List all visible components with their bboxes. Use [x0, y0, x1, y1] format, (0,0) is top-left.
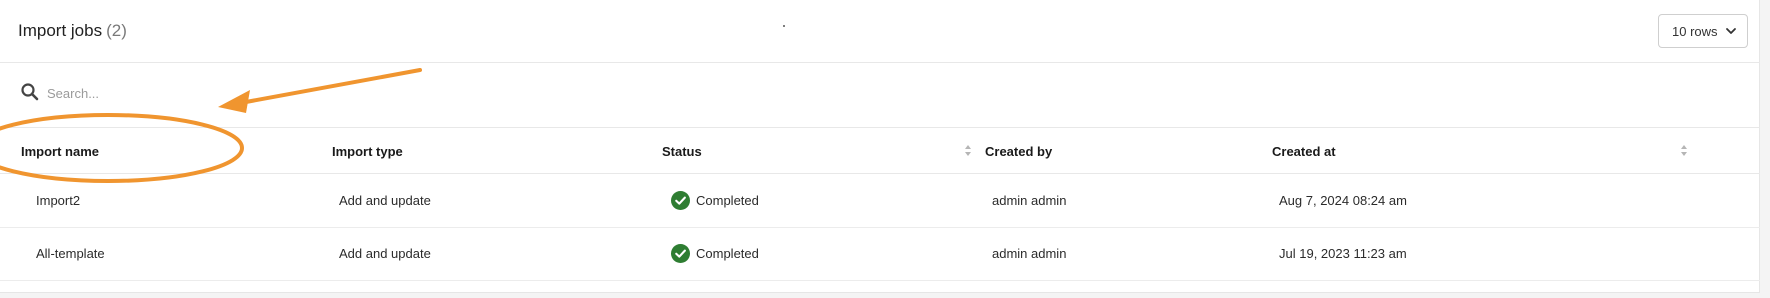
- cell-created-at: Aug 7, 2024 08:24 am: [1279, 193, 1407, 208]
- status-label: Completed: [696, 193, 759, 208]
- stray-dot: [783, 25, 785, 27]
- table-row[interactable]: All-template Add and update Completed ad…: [0, 228, 1760, 281]
- cell-import-type: Add and update: [339, 246, 431, 261]
- search-icon: [21, 83, 39, 101]
- check-circle-icon: [671, 191, 690, 210]
- cell-status: Completed: [671, 244, 759, 263]
- panel-header: Import jobs (2) 10 rows: [0, 0, 1760, 63]
- column-header-status[interactable]: Status: [662, 144, 702, 159]
- table-header: Import name Import type Status Created b…: [0, 129, 1760, 174]
- jobs-count: (2): [106, 21, 127, 40]
- cell-created-at: Jul 19, 2023 11:23 am: [1279, 246, 1407, 261]
- cell-import-name: Import2: [36, 193, 81, 208]
- rows-per-page-select[interactable]: 10 rows: [1658, 14, 1748, 48]
- check-circle-icon: [671, 244, 690, 263]
- table-row[interactable]: Import2 Add and update Completed admin a…: [0, 175, 1760, 228]
- cell-created-by: admin admin: [992, 193, 1067, 208]
- cell-created-by: admin admin: [992, 246, 1067, 261]
- column-header-created-at[interactable]: Created at: [1272, 144, 1336, 159]
- cell-import-type: Add and update: [339, 193, 431, 208]
- cell-status: Completed: [671, 191, 759, 210]
- title-label: Import jobs: [18, 21, 103, 40]
- rows-per-page-value: 10 rows: [1672, 23, 1718, 39]
- column-header-import-name[interactable]: Import name: [21, 144, 99, 159]
- column-header-import-type[interactable]: Import type: [332, 144, 403, 159]
- sort-icon[interactable]: [1680, 144, 1688, 157]
- status-label: Completed: [696, 246, 759, 261]
- cell-import-name: All-template: [36, 246, 105, 261]
- sort-icon[interactable]: [964, 144, 972, 157]
- search-bar: [0, 64, 1760, 128]
- search-input[interactable]: [47, 82, 647, 104]
- column-header-created-by[interactable]: Created by: [985, 144, 1052, 159]
- page-title: Import jobs (2): [18, 21, 127, 41]
- import-jobs-panel: Import jobs(2) 10 rows Import name Impor…: [0, 0, 1760, 293]
- chevron-down-icon: [1726, 28, 1736, 34]
